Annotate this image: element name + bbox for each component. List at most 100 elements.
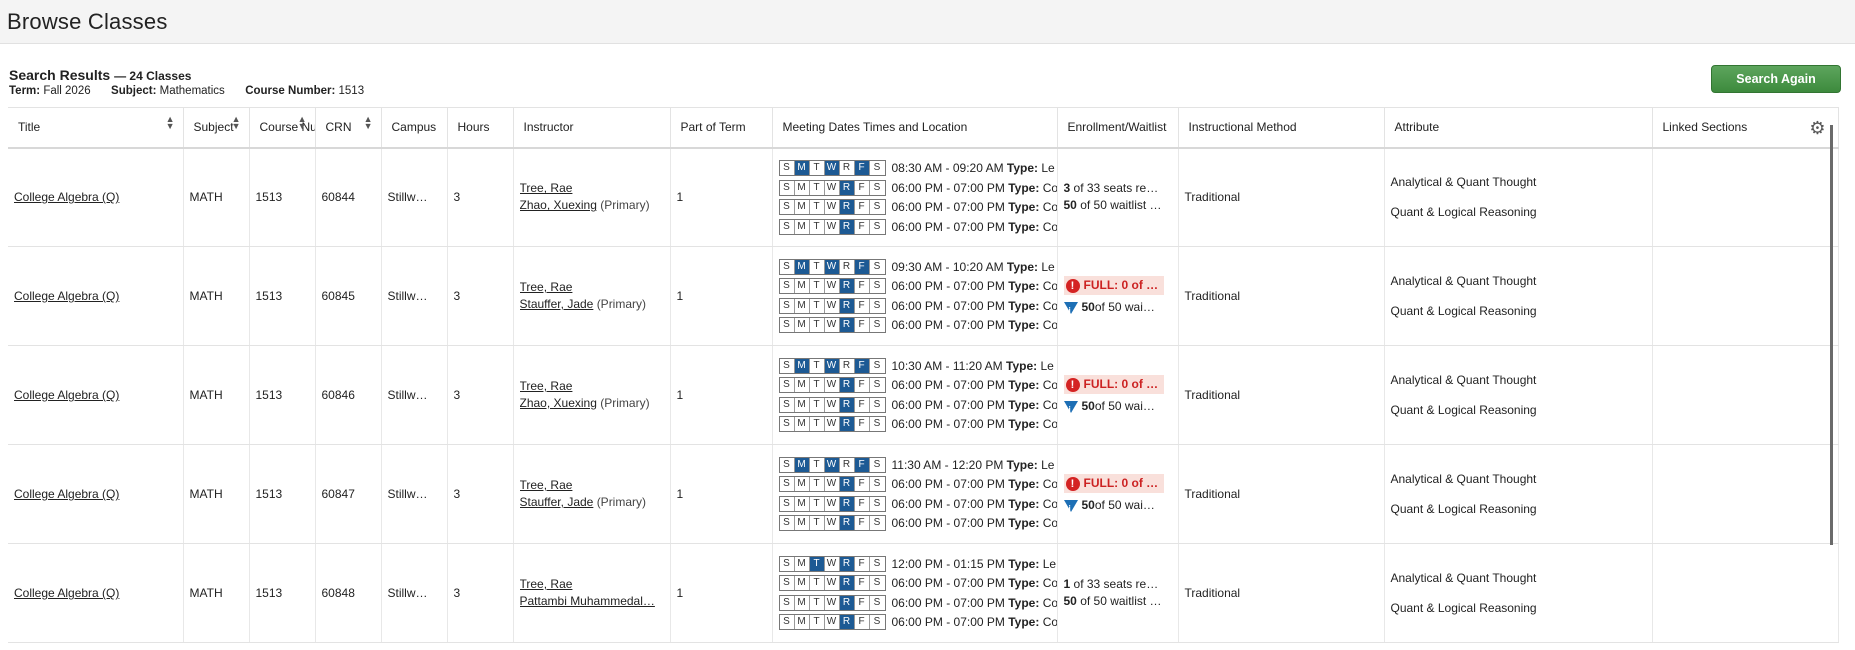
cell-enrollment: ! FULL: 0 of … i 50 of 50 wai… xyxy=(1057,345,1179,445)
class-title-link[interactable]: College Algebra (Q) xyxy=(14,586,119,600)
instructor-link[interactable]: Pattambi Muhammedal… xyxy=(520,594,655,608)
cell-hours: 3 xyxy=(447,444,514,544)
column-header-attribute[interactable]: Attribute xyxy=(1384,107,1653,149)
day-box: M xyxy=(794,477,810,492)
day-box: M xyxy=(794,180,810,195)
cell-campus: Stillw… xyxy=(381,246,448,346)
day-box: S xyxy=(869,318,885,333)
instructor-link[interactable]: Tree, Rae xyxy=(520,577,573,591)
cell-meeting[interactable]: S M T W R F S 12:00 PM - 01:15 PM Type: Le S M T W R… xyxy=(772,543,1058,643)
day-box: R xyxy=(839,180,855,195)
instructor-link[interactable]: Tree, Rae xyxy=(520,280,573,294)
column-header-hours[interactable]: Hours xyxy=(447,107,514,149)
search-again-button[interactable]: Search Again xyxy=(1711,65,1841,93)
day-box: S xyxy=(869,457,885,472)
day-box: R xyxy=(839,318,855,333)
meeting-row: S M T W R F S 06:00 PM - 07:00 PM Type: Co xyxy=(778,395,1056,415)
day-box: M xyxy=(794,161,810,175)
cell-part-of-term: 1 xyxy=(670,345,773,445)
cell-meeting[interactable]: S M T W R F S 09:30 AM - 10:20 AM Type: Le S M T W R… xyxy=(772,246,1058,346)
campus-value: Stillw… xyxy=(387,487,428,501)
column-header-linked-sections[interactable]: Linked Sections ⚙ xyxy=(1652,107,1839,149)
seats-remaining: 1 of 33 seats re… xyxy=(1064,576,1178,593)
table-row[interactable]: College Algebra (Q) MATH 1513 60844 Stil… xyxy=(8,147,1839,247)
meeting-type-value: Le xyxy=(1038,259,1055,274)
day-box: R xyxy=(839,200,855,214)
day-box: S xyxy=(869,556,885,571)
meeting-row: S M T W R F S 10:30 AM - 11:20 AM Type: Le xyxy=(778,356,1057,376)
day-box: S xyxy=(869,576,885,591)
table-row[interactable]: College Algebra (Q) MATH 1513 60846 Stil… xyxy=(8,345,1839,445)
table-row[interactable]: College Algebra (Q) MATH 1513 60847 Stil… xyxy=(8,444,1839,544)
column-header-title-label: Title xyxy=(18,120,41,135)
column-header-enrollment[interactable]: Enrollment/Waitlist xyxy=(1057,107,1179,149)
column-header-instructor[interactable]: Instructor xyxy=(513,107,671,149)
day-box: M xyxy=(794,298,810,313)
instructor-link[interactable]: Stauffer, Jade xyxy=(520,297,594,311)
sort-icon[interactable]: ▲ ▼ xyxy=(232,115,241,131)
full-status-badge: ! FULL: 0 of … xyxy=(1063,276,1164,295)
day-box: S xyxy=(869,615,885,630)
column-header-campus[interactable]: Campus xyxy=(381,107,448,149)
sort-icon[interactable]: ▲ ▼ xyxy=(166,115,175,131)
column-header-part-of-term[interactable]: Part of Term xyxy=(670,107,773,149)
seats-text: of 33 seats re… xyxy=(1070,181,1159,196)
column-header-course-number[interactable]: Course Nu ▲ ▼ xyxy=(249,107,316,149)
column-header-subject[interactable]: Subject ▲ ▼ xyxy=(183,107,250,149)
sort-icon[interactable]: ▲ ▼ xyxy=(298,115,307,131)
column-header-title[interactable]: Title ▲ ▼ xyxy=(8,107,184,149)
instructor-link[interactable]: Tree, Rae xyxy=(520,379,573,393)
cell-campus: Stillw… xyxy=(381,147,448,247)
day-box: W xyxy=(824,180,840,195)
instructor-link[interactable]: Zhao, Xuexing xyxy=(520,198,597,212)
day-box: W xyxy=(824,477,840,492)
cell-meeting[interactable]: S M T W R F S 10:30 AM - 11:20 AM Type: Le S M T W R… xyxy=(772,345,1058,445)
day-box: T xyxy=(809,259,825,274)
waitlist-count: 50 xyxy=(1081,498,1095,512)
class-title-link[interactable]: College Algebra (Q) xyxy=(14,388,119,402)
day-of-week-grid: SMTWRFS xyxy=(778,258,886,275)
meeting-time: 06:00 PM - 07:00 PM Type: Co xyxy=(892,296,1057,316)
meeting-time-range: 06:00 PM - 07:00 PM xyxy=(891,397,1009,412)
day-box: S xyxy=(779,358,795,373)
meeting-time: 06:00 PM - 07:00 PM Type: Co xyxy=(891,593,1057,613)
meeting-time-range: 06:00 PM - 07:00 PM xyxy=(891,595,1009,610)
meeting-type-label: Type: xyxy=(1008,180,1040,195)
column-header-crn[interactable]: CRN ▲ ▼ xyxy=(315,107,382,149)
instructor-link[interactable]: Stauffer, Jade xyxy=(520,495,594,509)
class-title-link[interactable]: College Algebra (Q) xyxy=(14,190,119,204)
cell-meeting[interactable]: S M T W R F S 11:30 AM - 12:20 PM Type: Le S M T W R… xyxy=(772,444,1058,544)
table-row[interactable]: College Algebra (Q) MATH 1513 60845 Stil… xyxy=(8,246,1839,346)
sort-icon[interactable]: ▲ ▼ xyxy=(364,115,373,131)
meeting-type-label: Type: xyxy=(1008,378,1040,393)
instructor-link[interactable]: Tree, Rae xyxy=(520,181,573,195)
meeting-time: 06:00 PM - 07:00 PM Type: Co xyxy=(892,573,1057,593)
hours-value: 3 xyxy=(453,289,461,303)
instructor-link[interactable]: Tree, Rae xyxy=(520,478,573,492)
day-box: F xyxy=(854,180,870,195)
meeting-row: S M T W R F S 06:00 PM - 07:00 PM Type: Co xyxy=(778,494,1056,514)
subject-value: MATH xyxy=(189,190,223,205)
column-header-method[interactable]: Instructional Method xyxy=(1178,107,1385,149)
cell-meeting[interactable]: S M T W R F S 08:30 AM - 09:20 AM Type: Le S M T W R… xyxy=(772,147,1058,247)
cell-campus: Stillw… xyxy=(381,444,448,544)
class-title-link[interactable]: College Algebra (Q) xyxy=(14,487,119,501)
vertical-scrollbar[interactable] xyxy=(1830,125,1833,545)
cell-linked-sections xyxy=(1652,444,1839,544)
cell-campus: Stillw… xyxy=(381,543,448,643)
table-row[interactable]: College Algebra (Q) MATH 1513 60848 Stil… xyxy=(8,543,1839,643)
instructor-link[interactable]: Zhao, Xuexing xyxy=(520,396,597,410)
day-box: S xyxy=(779,496,795,511)
meeting-type-label: Type: xyxy=(1008,595,1040,610)
gear-icon[interactable]: ⚙ xyxy=(1809,118,1825,139)
waitlist-remaining: 50 of 50 waitlist … xyxy=(1064,593,1178,610)
day-box: F xyxy=(854,298,870,313)
day-box: F xyxy=(854,417,870,432)
meeting-row: S M T W R F S 06:00 PM - 07:00 PM Type: Co xyxy=(778,613,1056,633)
cell-hours: 3 xyxy=(447,345,514,445)
day-box: R xyxy=(839,259,855,274)
column-header-meeting[interactable]: Meeting Dates Times and Location xyxy=(772,107,1058,149)
day-box: F xyxy=(854,318,870,333)
class-title-link[interactable]: College Algebra (Q) xyxy=(14,289,119,303)
day-box: W xyxy=(824,378,840,393)
